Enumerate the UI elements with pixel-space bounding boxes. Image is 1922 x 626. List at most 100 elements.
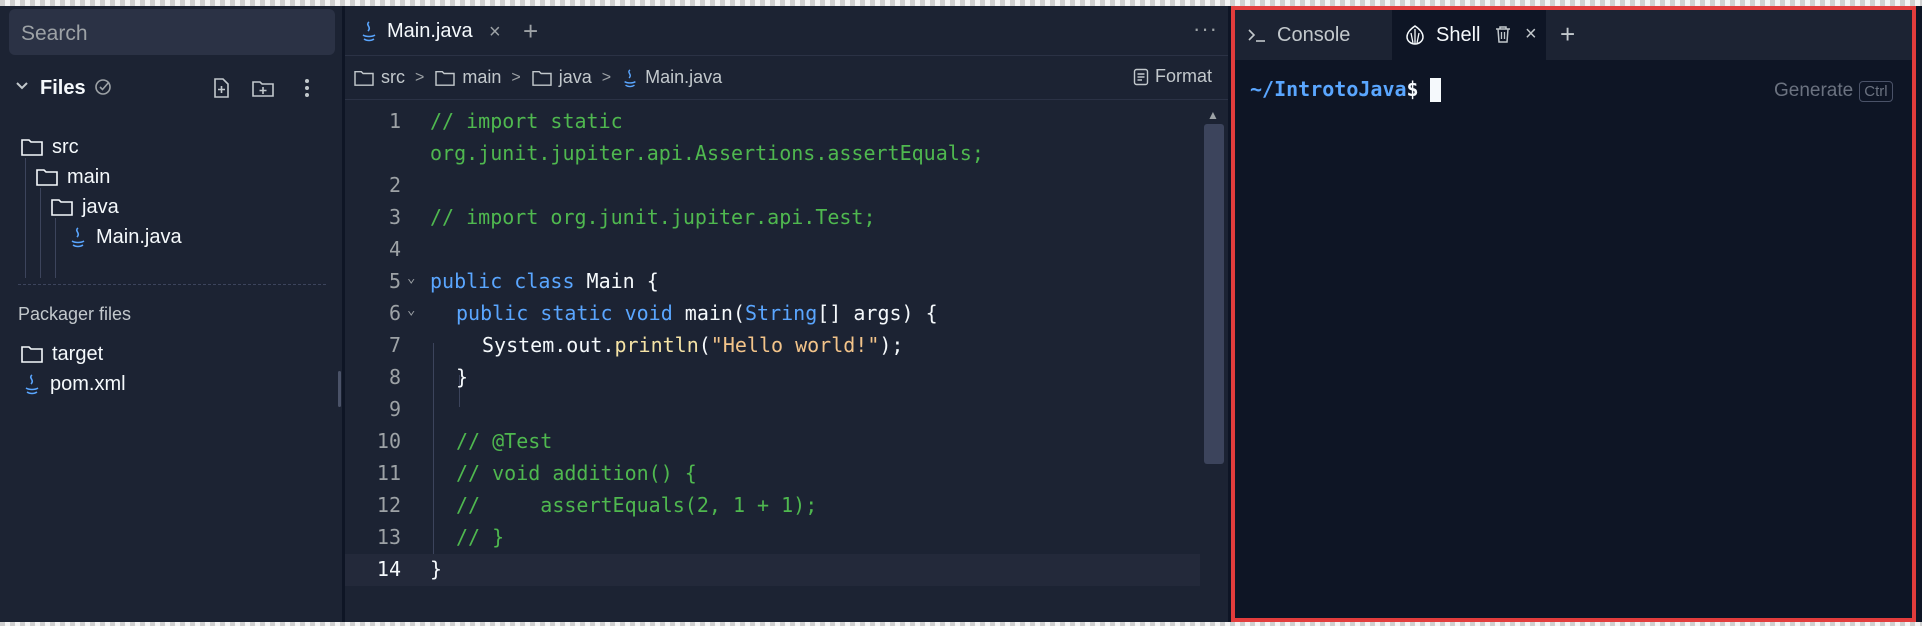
search-input[interactable]: Search xyxy=(9,9,335,55)
breadcrumb-label: main xyxy=(462,67,502,87)
tree-indent-guide xyxy=(55,218,56,278)
folder-icon xyxy=(21,139,43,156)
add-tab-icon[interactable]: + xyxy=(523,16,538,47)
code-area[interactable]: 1 // import static org.junit.jupiter.api… xyxy=(345,106,1200,616)
code-text: // void addition() { xyxy=(456,461,697,485)
code-text: org.junit.jupiter.api.Assertions.assertE… xyxy=(430,141,984,165)
breadcrumb-item[interactable]: Main.java xyxy=(621,67,722,88)
breadcrumb-label: Main.java xyxy=(645,67,723,87)
sidebar-divider xyxy=(18,284,326,285)
breadcrumb-separator: > xyxy=(415,68,425,86)
code-line: 13 // } xyxy=(345,522,1200,554)
close-icon[interactable]: × xyxy=(489,21,501,44)
more-vertical-icon[interactable] xyxy=(294,75,320,101)
files-title[interactable]: Files xyxy=(40,77,86,100)
line-number: 3 xyxy=(388,205,401,229)
code-editor: Main.java × + ··· src > main > java > Ma… xyxy=(345,6,1228,622)
code-text: } xyxy=(430,557,443,581)
tab-main-java[interactable]: Main.java × xyxy=(345,6,517,56)
code-text: public class Main { xyxy=(430,269,659,293)
java-icon xyxy=(71,227,85,248)
breadcrumb-item[interactable]: java xyxy=(531,67,592,88)
check-circle-icon xyxy=(95,79,111,95)
code-line: 2 xyxy=(345,170,1200,202)
prompt-path: ~/IntrotoJava xyxy=(1250,77,1407,101)
code-text: // import org.junit.jupiter.api.Test; xyxy=(430,205,876,229)
folder-icon xyxy=(36,169,58,186)
breadcrumb: src > main > java > Main.java xyxy=(345,56,1228,100)
code-text: public static void main(String[] args) { xyxy=(456,301,938,325)
scroll-up-arrow-icon[interactable]: ▲ xyxy=(1207,108,1219,122)
code-text: // import static xyxy=(430,109,623,133)
folder-icon xyxy=(531,70,552,86)
file-sidebar: Search Files src main java Main.java Pac… xyxy=(0,6,342,622)
close-icon[interactable]: × xyxy=(1525,23,1537,46)
format-label: Format xyxy=(1155,66,1213,86)
sidebar-resize-handle[interactable] xyxy=(338,371,341,407)
tree-item-label: pom.xml xyxy=(50,372,126,395)
code-line: 10 // @Test xyxy=(345,426,1200,458)
new-file-icon[interactable] xyxy=(208,75,234,101)
tab-shell[interactable]: Shell xyxy=(1392,10,1546,60)
tree-item-label: Main.java xyxy=(96,225,182,248)
tree-folder-java[interactable]: java xyxy=(50,192,119,222)
chevron-down-icon[interactable] xyxy=(14,78,30,94)
terminal-cursor xyxy=(1430,78,1441,102)
shell-icon xyxy=(1406,25,1424,45)
more-horizontal-icon[interactable]: ··· xyxy=(1193,16,1218,42)
folder-icon xyxy=(51,199,73,216)
tree-indent-guide xyxy=(25,158,26,278)
terminal-prompt-icon xyxy=(1248,29,1265,42)
code-line: 11 // void addition() { xyxy=(345,458,1200,490)
tree-item-label: target xyxy=(52,342,104,365)
java-icon xyxy=(25,374,39,395)
tree-folder-src[interactable]: src xyxy=(20,132,79,162)
keyboard-shortcut: Ctrl xyxy=(1859,80,1893,102)
tree-folder-target[interactable]: target xyxy=(20,339,103,369)
folder-icon xyxy=(435,70,456,86)
tree-file-main-java[interactable]: Main.java xyxy=(68,222,182,252)
breadcrumb-label: java xyxy=(558,67,592,87)
line-number: 9 xyxy=(388,397,401,421)
tree-file-pom-xml[interactable]: pom.xml xyxy=(22,369,126,399)
breadcrumb-separator: > xyxy=(511,68,521,86)
line-number: 5 xyxy=(388,269,401,293)
fold-chevron-icon[interactable]: ⌄ xyxy=(407,302,415,318)
trash-icon[interactable] xyxy=(1494,24,1512,44)
code-line: 8 } xyxy=(345,362,1200,394)
fold-chevron-icon[interactable]: ⌄ xyxy=(407,270,415,286)
code-line: 3 // import org.junit.jupiter.api.Test; xyxy=(345,202,1200,234)
breadcrumb-item[interactable]: src xyxy=(353,67,405,88)
line-number: 13 xyxy=(376,525,401,549)
folder-icon xyxy=(21,346,43,363)
line-number: 8 xyxy=(388,365,401,389)
line-number: 14 xyxy=(376,557,401,581)
screenshot-frame-bottom xyxy=(0,622,1922,626)
files-header: Files xyxy=(0,72,342,106)
add-tab-icon[interactable]: + xyxy=(1560,19,1575,50)
code-line: org.junit.jupiter.api.Assertions.assertE… xyxy=(345,138,1200,170)
tree-folder-main[interactable]: main xyxy=(35,162,110,192)
tab-label: Shell xyxy=(1436,23,1481,46)
new-folder-icon[interactable] xyxy=(250,75,276,101)
code-line-active: 14 } xyxy=(345,554,1200,586)
shell-terminal[interactable]: ~/IntrotoJava$ Generate Ctrl xyxy=(1235,60,1912,618)
tab-label: Main.java xyxy=(387,19,473,42)
breadcrumb-item[interactable]: main xyxy=(434,67,501,88)
format-button[interactable]: Format xyxy=(1133,66,1212,87)
line-number: 2 xyxy=(388,173,401,197)
code-line: 9 xyxy=(345,394,1200,426)
code-line: 6 ⌄ public static void main(String[] arg… xyxy=(345,298,1200,330)
tree-indent-guide xyxy=(40,188,41,278)
line-number: 6 xyxy=(388,301,401,325)
prompt-symbol: $ xyxy=(1406,77,1419,101)
line-number: 1 xyxy=(388,109,401,133)
tab-label: Console xyxy=(1277,23,1351,46)
tab-console[interactable]: Console xyxy=(1235,10,1385,60)
generate-hint[interactable]: Generate Ctrl xyxy=(1774,80,1893,102)
line-number: 4 xyxy=(388,237,401,261)
code-text: // } xyxy=(456,525,505,549)
line-number: 12 xyxy=(376,493,401,517)
code-text: System.out.println("Hello world!"); xyxy=(482,333,904,357)
editor-scrollbar-thumb[interactable] xyxy=(1204,124,1224,464)
